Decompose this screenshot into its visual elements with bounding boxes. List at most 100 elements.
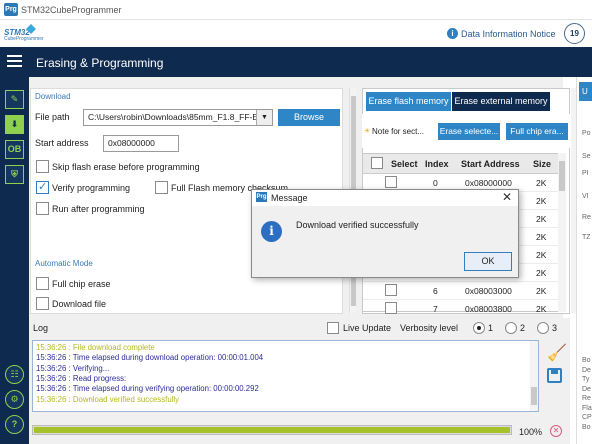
verbosity-radio-1[interactable] bbox=[473, 322, 485, 334]
run-after-programming-label: Run after programming bbox=[52, 204, 145, 214]
save-log-icon[interactable] bbox=[547, 368, 562, 383]
ob-icon[interactable]: OB bbox=[5, 140, 24, 159]
verbosity-radio-3-label: 3 bbox=[552, 323, 558, 333]
row-start-address: 0x08003000 bbox=[465, 286, 512, 296]
log-line: 15:36:26 : Time elapsed during verifying… bbox=[36, 384, 259, 394]
download-file-checkbox[interactable] bbox=[36, 297, 49, 310]
log-line: 15:36:26 : Verifying... bbox=[36, 363, 110, 373]
log-label: Log bbox=[33, 323, 49, 333]
table-row[interactable]: 6 0x08003000 2K bbox=[363, 282, 558, 300]
page-title: Erasing & Programming bbox=[36, 56, 164, 70]
column-size: Size bbox=[533, 159, 552, 169]
dialog-close-icon[interactable]: ✕ bbox=[502, 190, 512, 204]
start-address-input[interactable]: 0x08000000 bbox=[103, 135, 179, 152]
progress-fill bbox=[34, 427, 510, 433]
logo-subtext: CubeProgrammer bbox=[4, 36, 44, 42]
log-line: 15:36:26 : Download verified successfull… bbox=[36, 394, 180, 404]
row-select-checkbox[interactable] bbox=[385, 284, 397, 296]
dialog-ok-button[interactable]: OK bbox=[464, 252, 512, 271]
download-file-label: Download file bbox=[52, 299, 107, 309]
row-size: 2K bbox=[536, 178, 547, 188]
row-size: 2K bbox=[536, 250, 547, 260]
verbosity-radio-3[interactable] bbox=[537, 322, 549, 334]
tab-erase-flash-memory[interactable]: Erase flash memory bbox=[366, 92, 451, 111]
target-info-label: Se bbox=[582, 153, 591, 160]
target-info-label: Po bbox=[582, 130, 591, 137]
file-path-label: File path bbox=[35, 112, 70, 122]
sector-note: Note for sect... bbox=[372, 127, 425, 136]
start-address-label: Start address bbox=[35, 138, 89, 148]
cancel-icon[interactable]: ✕ bbox=[550, 425, 562, 437]
column-select: Select bbox=[391, 159, 418, 169]
target-info-label: Ty bbox=[582, 376, 590, 383]
file-path-value: C:\Users\robin\Downloads\85mm_F1.8_FF-E bbox=[88, 112, 259, 122]
ecosystem-icon[interactable]: ☷ bbox=[5, 365, 24, 384]
log-line: 15:36:26 : File download complete bbox=[36, 343, 155, 352]
target-connect-button[interactable]: U bbox=[579, 82, 592, 101]
target-info-label: TZ bbox=[582, 234, 591, 241]
log-scrollbar[interactable] bbox=[530, 341, 538, 411]
full-chip-erase-label: Full chip erase bbox=[52, 279, 111, 289]
window-title: STM32CubeProgrammer bbox=[21, 5, 122, 15]
dialog-message: Download verified successfully bbox=[296, 220, 419, 230]
full-flash-checksum-checkbox[interactable] bbox=[155, 181, 168, 194]
dialog-title: Message bbox=[271, 193, 308, 203]
row-index: 6 bbox=[433, 286, 438, 296]
verbosity-radio-2[interactable] bbox=[505, 322, 517, 334]
automatic-mode-section-label: Automatic Mode bbox=[35, 259, 93, 268]
tab-erase-external-memory[interactable]: Erase external memory bbox=[452, 92, 550, 111]
row-size: 2K bbox=[536, 286, 547, 296]
full-chip-erase-checkbox[interactable] bbox=[36, 277, 49, 290]
verify-programming-checkbox[interactable] bbox=[36, 180, 49, 194]
settings-icon[interactable]: ⚙ bbox=[5, 390, 24, 409]
dropdown-arrow-icon[interactable]: ▼ bbox=[256, 110, 272, 125]
window-titlebar: Prg STM32CubeProgrammer bbox=[0, 0, 592, 20]
app-icon: Prg bbox=[4, 3, 18, 16]
row-size: 2K bbox=[536, 268, 547, 278]
sectors-table-scrollbar[interactable] bbox=[558, 153, 566, 312]
data-information-notice-link[interactable]: Data Information Notice bbox=[461, 29, 556, 39]
download-icon[interactable]: ⬇ bbox=[5, 115, 24, 134]
row-select-checkbox[interactable] bbox=[385, 302, 397, 314]
erase-selected-button[interactable]: Erase selecte... bbox=[438, 123, 500, 140]
skip-erase-label: Skip flash erase before programming bbox=[52, 162, 200, 172]
row-index: 0 bbox=[433, 178, 438, 188]
log-output[interactable]: 15:36:26 : File download complete 15:36:2… bbox=[32, 340, 539, 412]
target-info-label: PI bbox=[582, 170, 589, 177]
file-path-input[interactable]: C:\Users\robin\Downloads\85mm_F1.8_FF-E bbox=[83, 109, 273, 126]
table-row[interactable]: 7 0x08003800 2K bbox=[363, 300, 558, 318]
verbosity-radio-2-label: 2 bbox=[520, 323, 526, 333]
shield-icon[interactable]: ⛨ bbox=[5, 165, 24, 184]
row-size: 2K bbox=[536, 196, 547, 206]
row-size: 2K bbox=[536, 304, 547, 314]
skip-erase-checkbox[interactable] bbox=[36, 160, 49, 173]
target-info-label: CP bbox=[582, 414, 592, 421]
sectors-table-header: Select Index Start Address Size bbox=[363, 154, 558, 174]
verbosity-radio-1-label: 1 bbox=[488, 323, 494, 333]
row-select-checkbox[interactable] bbox=[385, 176, 397, 188]
target-info-label: VI bbox=[582, 193, 589, 200]
full-chip-erase-button[interactable]: Full chip era... bbox=[506, 123, 568, 140]
live-update-label: Live Update bbox=[343, 323, 392, 333]
run-after-programming-checkbox[interactable] bbox=[36, 202, 49, 215]
start-address-value: 0x08000000 bbox=[108, 138, 155, 148]
column-index: Index bbox=[425, 159, 449, 169]
info-icon[interactable]: i bbox=[447, 28, 458, 39]
select-all-checkbox[interactable] bbox=[371, 157, 383, 169]
progress-bar bbox=[32, 425, 512, 435]
target-info-label: Fla bbox=[582, 404, 592, 412]
row-start-address: 0x08003800 bbox=[465, 304, 512, 314]
live-update-checkbox[interactable] bbox=[327, 322, 339, 334]
column-start-address: Start Address bbox=[461, 159, 520, 169]
row-size: 2K bbox=[536, 214, 547, 224]
dialog-app-icon: Prg bbox=[256, 192, 267, 202]
pencil-icon[interactable]: ✎ bbox=[5, 90, 24, 109]
target-info-label: Re bbox=[582, 214, 591, 221]
browse-button[interactable]: Browse bbox=[278, 109, 340, 126]
clear-log-icon[interactable]: 🧹 bbox=[547, 343, 567, 363]
hamburger-menu-icon[interactable] bbox=[7, 55, 22, 67]
verify-programming-label: Verify programming bbox=[52, 183, 131, 193]
help-icon[interactable]: ? bbox=[5, 415, 24, 434]
row-size: 2K bbox=[536, 232, 547, 242]
row-start-address: 0x08000000 bbox=[465, 178, 512, 188]
